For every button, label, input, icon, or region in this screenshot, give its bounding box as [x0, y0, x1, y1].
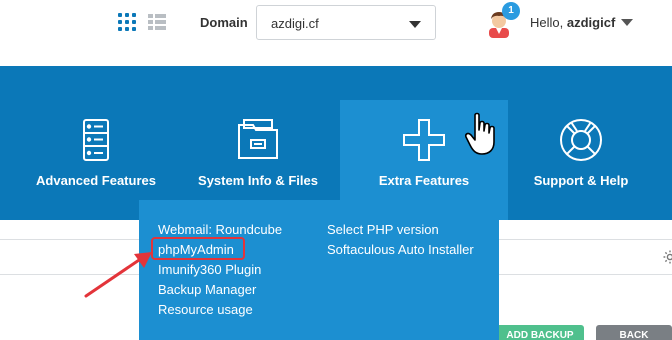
folder-icon	[238, 119, 278, 159]
server-icon	[83, 119, 109, 161]
nav-label: Advanced Features	[36, 173, 156, 188]
lifebuoy-icon	[560, 119, 602, 161]
nav-support-help[interactable]: Support & Help	[497, 66, 665, 220]
back-button[interactable]: BACK	[596, 325, 672, 340]
menu-item-imunify360[interactable]: Imunify360 Plugin	[158, 262, 261, 277]
caret-down-icon	[409, 21, 421, 28]
menu-item-webmail[interactable]: Webmail: Roundcube	[158, 222, 282, 237]
menu-item-softaculous[interactable]: Softaculous Auto Installer	[327, 242, 474, 257]
domain-select[interactable]: azdigi.cf	[256, 5, 436, 40]
gear-icon[interactable]	[662, 249, 672, 265]
highlight-box	[151, 237, 245, 260]
chevron-down-icon[interactable]	[621, 19, 633, 26]
nav-label: System Info & Files	[198, 173, 318, 188]
menu-item-resource-usage[interactable]: Resource usage	[158, 302, 253, 317]
top-bar: Domain azdigi.cf 1 Hello, azdigicf	[0, 0, 672, 66]
domain-value: azdigi.cf	[271, 16, 319, 31]
red-arrow-icon	[84, 252, 152, 298]
plus-icon	[403, 119, 445, 161]
nav-label: Extra Features	[378, 173, 470, 188]
notification-badge[interactable]: 1	[502, 2, 520, 20]
nav-system-info-files[interactable]: System Info & Files	[174, 66, 342, 220]
user-greeting[interactable]: Hello, azdigicf	[530, 15, 615, 30]
username: azdigicf	[566, 15, 616, 30]
greeting-text: Hello,	[530, 15, 564, 30]
domain-label: Domain	[200, 15, 248, 30]
nav-label: Support & Help	[533, 173, 629, 188]
nav-advanced-features[interactable]: Advanced Features	[12, 66, 180, 220]
hand-cursor-icon	[465, 112, 495, 155]
grid-view-icon[interactable]	[118, 13, 136, 31]
menu-item-backup-manager[interactable]: Backup Manager	[158, 282, 256, 297]
main-nav: Advanced Features System Info & Files Ex…	[0, 66, 672, 220]
add-backup-button[interactable]: ADD BACKUP	[496, 325, 584, 340]
list-view-icon[interactable]	[148, 14, 166, 30]
menu-item-select-php-version[interactable]: Select PHP version	[327, 222, 439, 237]
